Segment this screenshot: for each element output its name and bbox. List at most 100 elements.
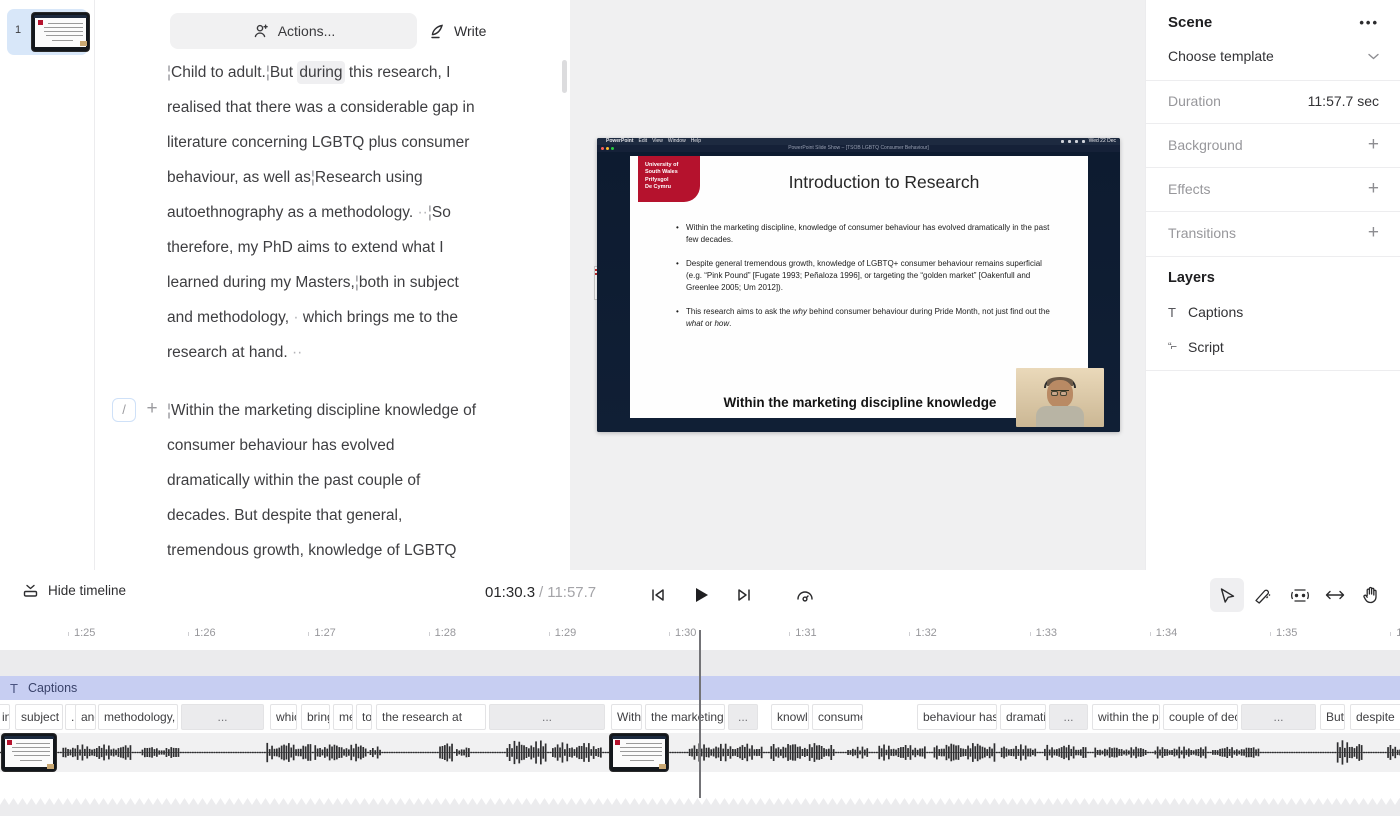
webcam-overlay[interactable] bbox=[1016, 368, 1104, 427]
playback-speed-icon bbox=[795, 587, 815, 603]
script-line: literature concerning LGBTQ plus consume… bbox=[167, 125, 527, 160]
zigzag-edge bbox=[0, 797, 1400, 805]
trim-tool-button[interactable] bbox=[1283, 578, 1317, 612]
play-icon bbox=[694, 587, 709, 603]
video-clip-thumbnail[interactable] bbox=[2, 734, 56, 771]
layer-script[interactable]: “⌐ Script bbox=[1146, 334, 1400, 360]
current-time: 01:30.3 bbox=[485, 584, 535, 601]
caption-word-segment[interactable]: knowledge bbox=[771, 704, 809, 730]
script-line: tremendous growth, knowledge of LGBTQ bbox=[167, 533, 527, 568]
scene-item-1[interactable]: 1 bbox=[7, 9, 88, 55]
caption-word-segment[interactable]: subject bbox=[15, 704, 63, 730]
scene-number: 1 bbox=[15, 24, 21, 36]
caption-gap-segment[interactable]: ... bbox=[181, 704, 264, 730]
write-button[interactable]: Write bbox=[428, 13, 486, 49]
script-scrollbar[interactable] bbox=[562, 60, 567, 93]
caption-word-segment[interactable]: consumer bbox=[812, 704, 863, 730]
caption-word-segment[interactable]: methodology, bbox=[98, 704, 178, 730]
recorded-window-titlebar: PowerPoint Slide Show – [TSOB LGBTQ Cons… bbox=[597, 145, 1120, 152]
caption-word-segment[interactable]: But bbox=[1320, 704, 1345, 730]
scene-list-sidebar: 1 bbox=[0, 0, 95, 570]
caption-word-segment[interactable]: me bbox=[333, 704, 353, 730]
caption-word-segment[interactable]: in bbox=[0, 704, 10, 730]
hide-timeline-button[interactable]: Hide timeline bbox=[22, 582, 126, 599]
caption-word-segment[interactable]: the marketing discipline bbox=[645, 704, 725, 730]
play-button[interactable] bbox=[684, 578, 718, 612]
caption-word-segment[interactable]: dramatically bbox=[1000, 704, 1046, 730]
slide-bullet: This research aims to ask the why behind… bbox=[676, 306, 1056, 330]
duration-value: 11:57.7 sec bbox=[1308, 93, 1379, 109]
caption-gap-segment[interactable]: ... bbox=[1241, 704, 1316, 730]
scene-properties-panel: Scene ••• Choose template Duration 11:57… bbox=[1145, 0, 1400, 570]
slide-bullet-list: Within the marketing discipline, knowled… bbox=[676, 222, 1056, 342]
transitions-row[interactable]: Transitions + bbox=[1146, 220, 1400, 246]
caption-gap-segment[interactable]: ... bbox=[728, 704, 758, 730]
razor-tool-button[interactable] bbox=[1246, 578, 1280, 612]
add-effect-button[interactable]: + bbox=[1368, 178, 1379, 200]
script-line: decades. But despite that general, bbox=[167, 498, 527, 533]
trim-tool-icon bbox=[1290, 588, 1310, 603]
add-background-button[interactable]: + bbox=[1368, 134, 1379, 156]
ruler-label: 1:25 bbox=[74, 627, 95, 639]
layers-heading: Layers bbox=[1168, 270, 1215, 286]
script-paragraph-1[interactable]: ¦Child to adult.¦But during this researc… bbox=[167, 55, 527, 370]
more-options-button[interactable]: ••• bbox=[1359, 15, 1379, 30]
ruler-label: 1:33 bbox=[1036, 627, 1057, 639]
caption-word-segment[interactable]: within the past bbox=[1092, 704, 1160, 730]
effects-row[interactable]: Effects + bbox=[1146, 176, 1400, 202]
time-display: 01:30.3/11:57.7 bbox=[485, 584, 596, 601]
slide-title: Introduction to Research bbox=[710, 172, 1058, 193]
ruler-tick bbox=[429, 632, 430, 636]
choose-template-row[interactable]: Choose template bbox=[1146, 42, 1400, 70]
layer-captions[interactable]: T Captions bbox=[1146, 299, 1400, 325]
script-paragraph-2[interactable]: ¦Within the marketing discipline knowled… bbox=[167, 393, 527, 568]
recorded-mac-menubar: PowerPointEditViewWindowHelp Wed 22 Dec bbox=[597, 138, 1120, 145]
script-line: learned during my Masters,¦both in subje… bbox=[167, 265, 527, 300]
slide-bullet: Within the marketing discipline, knowled… bbox=[676, 222, 1056, 246]
caption-word-segment[interactable]: couple of decades bbox=[1163, 704, 1238, 730]
horizontal-resize-icon bbox=[1325, 589, 1345, 601]
caption-gap-segment[interactable]: ... bbox=[1049, 704, 1088, 730]
caption-word-segment[interactable]: to bbox=[356, 704, 372, 730]
composition-end-strip bbox=[0, 798, 1400, 816]
menubar-clock: Wed 22 Dec bbox=[1089, 138, 1116, 145]
write-label: Write bbox=[454, 23, 486, 39]
playback-speed-button[interactable] bbox=[788, 578, 822, 612]
caption-gap-segment[interactable]: ... bbox=[489, 704, 605, 730]
playhead[interactable] bbox=[699, 630, 701, 798]
caption-word-segment[interactable]: Within bbox=[611, 704, 642, 730]
hide-timeline-icon bbox=[22, 582, 39, 599]
script-editor-panel: Actions... Write ¦Child to adult.¦But du… bbox=[95, 0, 570, 570]
add-block-button[interactable]: + bbox=[141, 396, 163, 422]
ruler-tick bbox=[789, 632, 790, 636]
caption-word-segment[interactable]: which bbox=[270, 704, 297, 730]
ruler-label: 1:31 bbox=[795, 627, 816, 639]
chevron-down-icon bbox=[1368, 53, 1379, 60]
hand-tool-button[interactable] bbox=[1353, 578, 1387, 612]
caption-word-segment[interactable]: brings bbox=[301, 704, 330, 730]
skip-back-button[interactable] bbox=[641, 578, 675, 612]
caption-word-segment[interactable]: despite bbox=[1350, 704, 1400, 730]
script-line: consumer behaviour has evolved bbox=[167, 428, 527, 463]
script-line: autoethnography as a methodology. ··¦So bbox=[167, 195, 527, 230]
ruler-tick bbox=[549, 632, 550, 636]
actions-button[interactable]: Actions... bbox=[170, 13, 417, 49]
slash-command-button[interactable]: / bbox=[112, 398, 136, 422]
pointer-tool-button[interactable] bbox=[1210, 578, 1244, 612]
skip-forward-button[interactable] bbox=[727, 578, 761, 612]
burned-in-caption[interactable]: Within the marketing discipline knowledg… bbox=[670, 395, 1050, 410]
pointer-tool-icon bbox=[1219, 587, 1236, 604]
caption-word-segment[interactable]: and bbox=[75, 704, 96, 730]
video-clip-thumbnail[interactable] bbox=[610, 734, 668, 771]
script-line: ¦Child to adult.¦But during this researc… bbox=[167, 55, 527, 90]
video-preview[interactable]: PowerPointEditViewWindowHelp Wed 22 Dec … bbox=[597, 138, 1120, 432]
duration-label: Duration bbox=[1168, 93, 1221, 109]
ruler-tick bbox=[1150, 632, 1151, 636]
resize-tool-button[interactable] bbox=[1318, 578, 1352, 612]
caption-word-segment[interactable]: the research at bbox=[376, 704, 486, 730]
background-row[interactable]: Background + bbox=[1146, 132, 1400, 158]
script-line: behaviour, as well as¦Research using bbox=[167, 160, 527, 195]
add-transition-button[interactable]: + bbox=[1368, 222, 1379, 244]
actions-label: Actions... bbox=[278, 23, 336, 39]
caption-word-segment[interactable]: behaviour has e bbox=[917, 704, 997, 730]
